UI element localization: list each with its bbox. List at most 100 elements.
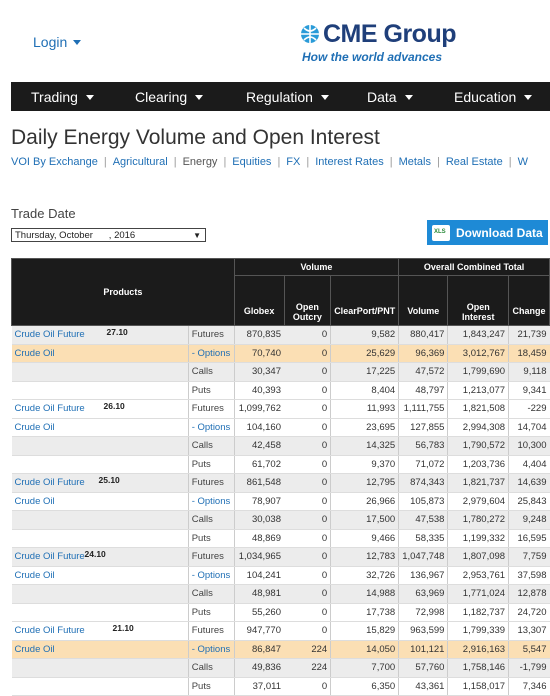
nav-item-trading[interactable]: Trading [31, 89, 94, 105]
product-link[interactable]: Crude Oil [15, 570, 55, 581]
subnav-weather[interactable]: W [518, 156, 528, 168]
download-data-label: Download Data [456, 225, 543, 240]
open-interest-cell: 1,158,017 [447, 677, 509, 696]
clearport-cell: 14,050 [330, 640, 399, 659]
change-cell: 7,759 [508, 547, 550, 567]
dropdown-arrow-icon: ▼ [193, 231, 201, 240]
open-interest-cell: 1,780,272 [447, 510, 509, 530]
trade-date-value: Thursday, October , 2016 [15, 230, 136, 241]
globex-cell: 870,835 [233, 325, 284, 345]
product-cell: Crude Oil Future 26.10 [11, 399, 189, 419]
table-row: Puts 40,393 0 8,404 48,797 1,213,077 9,341 [11, 381, 550, 400]
clearport-cell: 9,582 [330, 325, 399, 345]
nav-item-label: Education [454, 89, 517, 105]
open-interest-cell: 1,199,332 [447, 529, 509, 548]
product-link[interactable]: Crude Oil [15, 496, 55, 507]
product-cell: Crude Oil Future 24.10 [11, 547, 189, 567]
product-link[interactable]: Crude Oil Future [15, 625, 85, 636]
category-subnav: VOI By Exchange | Agricultural | Energy | Equi… [11, 156, 528, 168]
product-link[interactable]: Crude Oil Future [15, 403, 85, 414]
table-row: Puts 37,011 0 6,350 43,361 1,158,017 7,346 [11, 677, 550, 696]
clearport-cell: 12,783 [330, 547, 399, 567]
subnav-metals[interactable]: Metals [399, 156, 431, 168]
subnav-voi-by-exchange[interactable]: VOI By Exchange [11, 156, 98, 168]
open-interest-cell: 1,821,508 [447, 399, 509, 419]
globex-cell: 70,740 [233, 344, 284, 363]
globex-cell: 30,347 [233, 362, 284, 382]
product-link[interactable]: Crude Oil Future [15, 329, 85, 340]
globex-cell: 48,981 [233, 584, 284, 604]
open-interest-cell: 3,012,767 [447, 344, 509, 363]
product-link[interactable]: Crude Oil Future [15, 551, 85, 562]
globex-cell: 48,869 [233, 529, 284, 548]
open-outcry-cell: 0 [284, 473, 331, 493]
product-cell [11, 603, 189, 622]
open-outcry-cell: 0 [284, 492, 331, 511]
type-cell: Futures [187, 399, 235, 419]
volume-cell: 127,855 [398, 418, 448, 437]
cme-group-logo[interactable]: CME Group How the world advances [300, 20, 460, 64]
change-cell: 10,300 [508, 436, 550, 456]
volume-oi-table: Products Volume Overall Combined Total G… [11, 257, 550, 696]
globex-cell: 55,260 [233, 603, 284, 622]
open-outcry-cell: 224 [284, 658, 331, 678]
type-cell[interactable]: - Options [187, 640, 235, 659]
type-cell: Puts [187, 603, 235, 622]
open-outcry-cell: 0 [284, 455, 331, 474]
globex-cell: 861,548 [233, 473, 284, 493]
subnav-real-estate[interactable]: Real Estate [446, 156, 503, 168]
open-outcry-cell: 0 [284, 547, 331, 567]
open-interest-cell: 1,843,247 [447, 325, 509, 345]
product-link[interactable]: Crude Oil [15, 644, 55, 655]
open-interest-cell: 1,182,737 [447, 603, 509, 622]
product-cell [11, 436, 189, 456]
subnav-fx[interactable]: FX [286, 156, 300, 168]
product-cell [11, 658, 189, 678]
nav-item-clearing[interactable]: Clearing [135, 89, 204, 105]
subnav-interest-rates[interactable]: Interest Rates [315, 156, 383, 168]
download-data-button[interactable]: XLS Download Data [427, 220, 548, 245]
product-date-label: 24.10 [84, 549, 106, 559]
open-interest-cell: 1,799,339 [447, 621, 509, 641]
volume-cell: 72,998 [398, 603, 448, 622]
volume-cell: 48,797 [398, 381, 448, 400]
globex-cell: 947,770 [233, 621, 284, 641]
table-row: Crude Oil Future 25.10 Futures 861,548 0 12,7… [11, 473, 550, 493]
volume-cell: 96,369 [398, 344, 448, 363]
change-cell: 9,248 [508, 510, 550, 530]
table-row: Crude Oil - Options 86,847 224 14,050 101,121… [11, 640, 550, 659]
trade-date-select[interactable]: Thursday, October , 2016 ▼ [11, 228, 206, 242]
change-cell: 14,704 [508, 418, 550, 437]
nav-item-label: Trading [31, 89, 78, 105]
open-interest-cell: 2,994,308 [447, 418, 509, 437]
nav-item-label: Clearing [135, 89, 188, 105]
nav-item-data[interactable]: Data [367, 89, 413, 105]
type-cell[interactable]: - Options [187, 418, 235, 437]
open-outcry-cell: 0 [284, 621, 331, 641]
nav-item-education[interactable]: Education [454, 89, 533, 105]
globex-cell: 1,034,965 [233, 547, 284, 567]
subnav-equities[interactable]: Equities [232, 156, 271, 168]
type-cell: Calls [187, 584, 235, 604]
table-row: Crude Oil - Options 104,241 0 32,726 136,967 2… [11, 566, 550, 585]
product-link[interactable]: Crude Oil Future [15, 477, 85, 488]
type-cell[interactable]: - Options [187, 566, 235, 585]
change-cell: 9,341 [508, 381, 550, 400]
subnav-agricultural[interactable]: Agricultural [113, 156, 168, 168]
product-cell: Crude Oil [11, 418, 189, 437]
product-cell [11, 455, 189, 474]
change-cell: 21,739 [508, 325, 550, 345]
type-cell[interactable]: - Options [187, 492, 235, 511]
product-link[interactable]: Crude Oil [15, 422, 55, 433]
logo-text: CME Group [323, 20, 457, 48]
type-cell[interactable]: - Options [187, 344, 235, 363]
type-cell: Futures [187, 325, 235, 345]
open-outcry-cell: 0 [284, 381, 331, 400]
login-menu[interactable]: Login [33, 34, 82, 50]
table-row: Crude Oil Future 27.10 Futures 870,835 0 9,58… [11, 325, 550, 345]
nav-item-regulation[interactable]: Regulation [246, 89, 329, 105]
change-cell: 37,598 [508, 566, 550, 585]
globex-header: Globex [233, 275, 285, 326]
volume-group-header: Volume [233, 257, 400, 277]
product-link[interactable]: Crude Oil [15, 348, 55, 359]
